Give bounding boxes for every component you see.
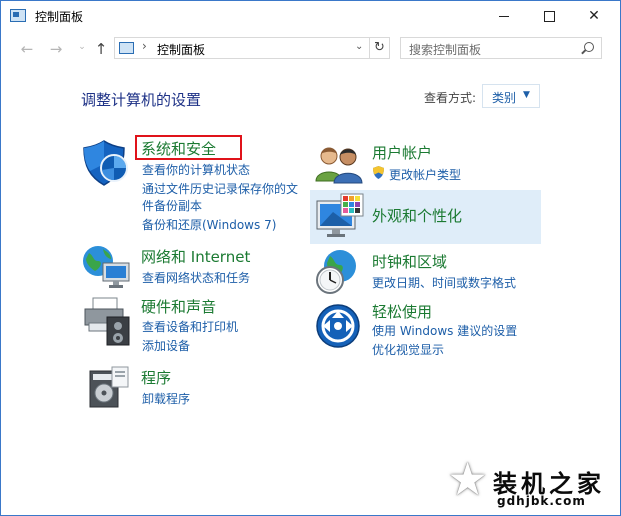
search-input[interactable]: 搜索控制面板 <box>409 41 481 58</box>
red-highlight-box <box>135 135 242 160</box>
minimize-icon <box>499 15 509 17</box>
view-network-status-link[interactable]: 查看网络状态和任务 <box>142 269 250 286</box>
up-arrow-icon[interactable]: ↑ <box>92 40 110 58</box>
network-globe-icon[interactable] <box>81 243 133 289</box>
ease-of-access-link[interactable]: 轻松使用 <box>372 301 432 322</box>
maximize-button[interactable] <box>526 1 572 32</box>
ease-of-access-icon[interactable] <box>315 303 361 349</box>
star-icon: ★ <box>447 452 489 506</box>
backup-restore-link[interactable]: 备份和还原(Windows 7) <box>142 216 276 233</box>
clock-globe-icon[interactable] <box>314 248 362 296</box>
users-icon[interactable] <box>315 143 363 185</box>
refresh-icon: ↻ <box>374 40 385 55</box>
maximize-icon <box>543 10 555 22</box>
programs-link[interactable]: 程序 <box>141 367 171 388</box>
address-bar[interactable]: › 控制面板 ⌄ <box>114 37 370 59</box>
search-icon[interactable] <box>584 42 594 52</box>
refresh-button[interactable]: ↻ <box>370 37 390 59</box>
recent-locations-chevron-icon[interactable]: ⌄ <box>73 42 91 52</box>
change-date-time-format-link[interactable]: 更改日期、时间或数字格式 <box>372 274 516 291</box>
clock-region-link[interactable]: 时钟和区域 <box>372 251 447 272</box>
breadcrumb-separator-icon[interactable]: › <box>142 39 147 53</box>
navigation-bar: ← → ⌄ ↑ › 控制面板 ⌄ ↻ 搜索控制面板 <box>1 32 620 66</box>
recommended-settings-link[interactable]: 使用 Windows 建议的设置 <box>372 322 517 339</box>
view-by-label: 查看方式: <box>424 91 477 105</box>
search-box[interactable]: 搜索控制面板 <box>400 37 602 59</box>
control-panel-icon <box>10 9 26 22</box>
close-icon: ✕ <box>588 8 600 24</box>
page-title: 调整计算机的设置 <box>81 91 202 109</box>
file-history-backup-link[interactable]: 通过文件历史记录保存你的文 <box>142 180 298 197</box>
uac-shield-icon <box>373 166 384 179</box>
file-history-backup-link-continued[interactable]: 件备份副本 <box>142 197 202 214</box>
address-dropdown-chevron-icon[interactable]: ⌄ <box>355 41 363 52</box>
watermark-url: gdhjbk.com <box>497 494 586 508</box>
monitor-palette-icon[interactable] <box>315 192 365 242</box>
minimize-button[interactable] <box>481 1 527 32</box>
watermark-logo: ★ 装机之家 gdhjbk.com <box>447 456 617 514</box>
user-accounts-link[interactable]: 用户帐户 <box>372 142 432 163</box>
uninstall-program-link[interactable]: 卸载程序 <box>142 390 190 407</box>
hardware-sound-link[interactable]: 硬件和声音 <box>141 296 216 317</box>
view-devices-printers-link[interactable]: 查看设备和打印机 <box>142 318 238 335</box>
title-bar[interactable]: 控制面板 ✕ <box>1 1 620 32</box>
printer-speaker-icon[interactable] <box>81 295 133 349</box>
change-account-type-link[interactable]: 更改帐户类型 <box>389 166 461 183</box>
appearance-personalization-link[interactable]: 外观和个性化 <box>372 205 462 226</box>
optimize-visual-display-link[interactable]: 优化视觉显示 <box>372 341 444 358</box>
forward-arrow-icon[interactable]: → <box>47 40 65 58</box>
view-by-value: 类别 <box>492 91 517 105</box>
add-device-link[interactable]: 添加设备 <box>142 337 190 354</box>
window-title: 控制面板 <box>35 10 84 24</box>
close-button[interactable]: ✕ <box>571 1 617 32</box>
breadcrumb-control-panel[interactable]: 控制面板 <box>157 41 205 58</box>
view-by-dropdown[interactable]: 类别 ▼ <box>482 84 540 108</box>
shield-icon[interactable] <box>80 138 132 188</box>
dropdown-arrow-icon: ▼ <box>523 90 530 100</box>
control-panel-small-icon <box>119 42 134 54</box>
back-arrow-icon[interactable]: ← <box>18 40 36 58</box>
view-computer-status-link[interactable]: 查看你的计算机状态 <box>142 161 250 178</box>
control-panel-window: 控制面板 ✕ ← → ⌄ ↑ › 控制面板 ⌄ ↻ 搜索控制面板 调整计算机的设… <box>0 0 621 516</box>
programs-icon[interactable] <box>87 365 131 411</box>
network-internet-link[interactable]: 网络和 Internet <box>141 246 250 267</box>
